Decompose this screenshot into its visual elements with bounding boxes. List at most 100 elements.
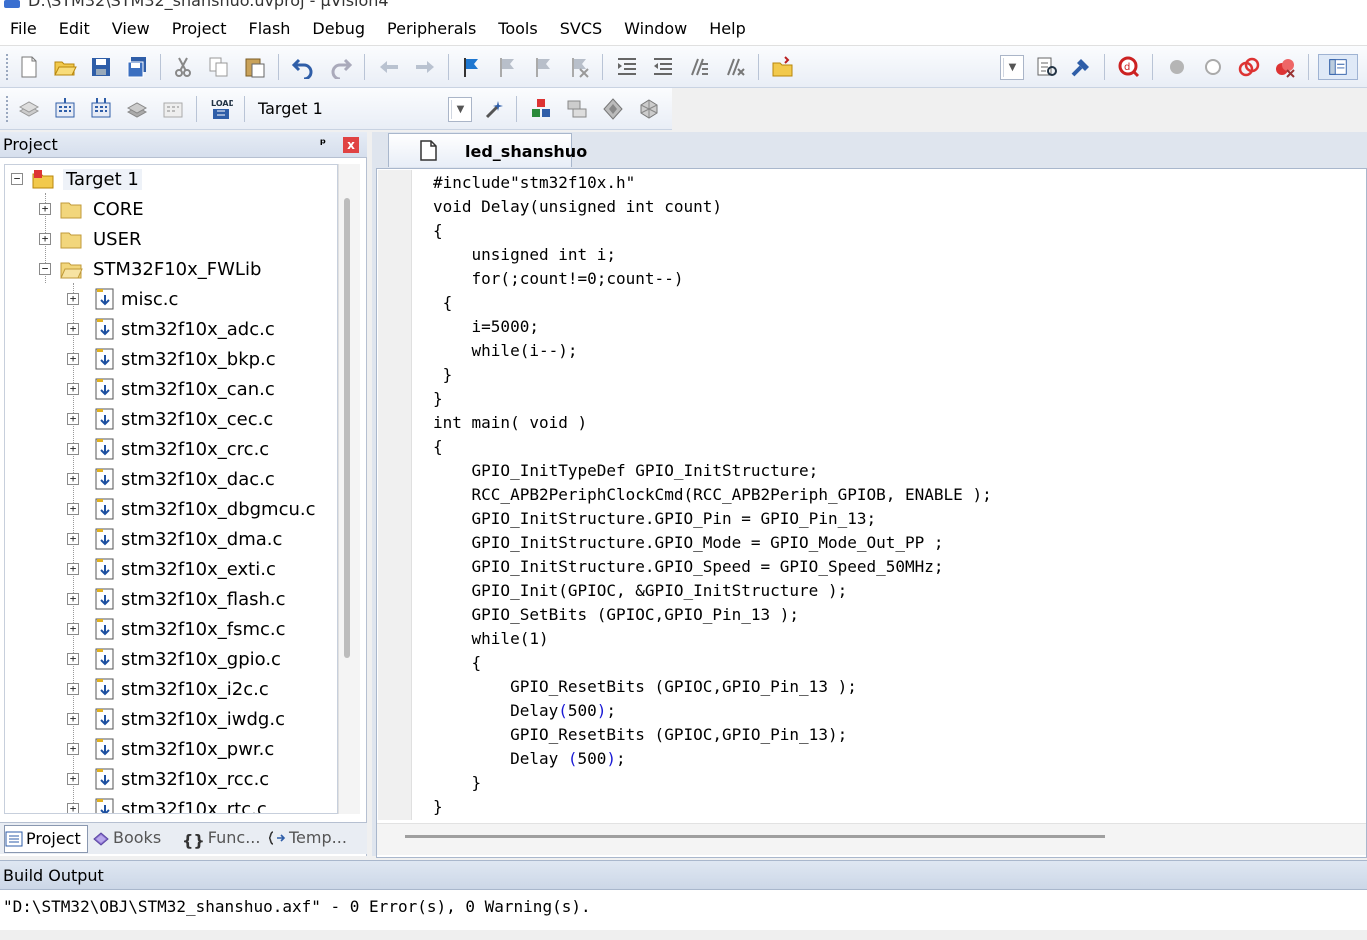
expand-icon[interactable]: +: [67, 353, 79, 365]
expand-icon[interactable]: +: [67, 623, 79, 635]
menu-edit[interactable]: Edit: [48, 12, 101, 46]
uncomment-icon[interactable]: [722, 54, 748, 80]
editor-horizontal-scrollbar[interactable]: [377, 823, 1366, 855]
disable-breakpoint-icon[interactable]: [1200, 54, 1226, 80]
undo-icon[interactable]: [290, 54, 316, 80]
select-packs-icon[interactable]: [564, 96, 590, 122]
code-line[interactable]: GPIO_ResetBits (GPIOC,GPIO_Pin_13);: [433, 723, 992, 747]
paste-icon[interactable]: [242, 54, 268, 80]
toolbar-grip[interactable]: [6, 96, 10, 122]
code-line[interactable]: while(i--);: [433, 339, 992, 363]
code-line[interactable]: GPIO_SetBits (GPIOC,GPIO_Pin_13 );: [433, 603, 992, 627]
cut-icon[interactable]: [170, 54, 196, 80]
expand-icon[interactable]: +: [67, 383, 79, 395]
rebuild-icon[interactable]: [88, 96, 114, 122]
menu-tools[interactable]: Tools: [487, 12, 548, 46]
expand-icon[interactable]: +: [67, 503, 79, 515]
tab-templates[interactable]: Temp...: [268, 825, 356, 853]
code-line[interactable]: GPIO_InitTypeDef GPIO_InitStructure;: [433, 459, 992, 483]
code-line[interactable]: }: [433, 363, 992, 387]
prev-bookmark-icon[interactable]: [494, 54, 520, 80]
download-flash-icon[interactable]: LOAD: [208, 96, 234, 122]
comment-icon[interactable]: [686, 54, 712, 80]
expand-icon[interactable]: +: [67, 413, 79, 425]
tree-scroll-thumb[interactable]: [344, 198, 350, 658]
expand-icon[interactable]: +: [67, 323, 79, 335]
find-in-files-icon[interactable]: [770, 54, 796, 80]
expand-icon[interactable]: +: [67, 533, 79, 545]
expand-icon[interactable]: +: [67, 743, 79, 755]
code-line[interactable]: Delay (500);: [433, 747, 992, 771]
code-line[interactable]: GPIO_InitStructure.GPIO_Pin = GPIO_Pin_1…: [433, 507, 992, 531]
collapse-icon[interactable]: −: [11, 173, 23, 185]
code-line[interactable]: unsigned int i;: [433, 243, 992, 267]
expand-icon[interactable]: +: [39, 203, 51, 215]
menu-debug[interactable]: Debug: [301, 12, 376, 46]
menu-project[interactable]: Project: [161, 12, 238, 46]
menu-svcs[interactable]: SVCS: [549, 12, 613, 46]
save-icon[interactable]: [88, 54, 114, 80]
next-bookmark-icon[interactable]: [530, 54, 556, 80]
code-line[interactable]: GPIO_ResetBits (GPIOC,GPIO_Pin_13 );: [433, 675, 992, 699]
code-line[interactable]: }: [433, 771, 992, 795]
translate-icon[interactable]: [16, 96, 42, 122]
code-line[interactable]: Delay(500);: [433, 699, 992, 723]
code-line[interactable]: for(;count!=0;count--): [433, 267, 992, 291]
target-select[interactable]: ▼: [448, 97, 472, 122]
code-line[interactable]: {: [433, 651, 992, 675]
tab-project[interactable]: Project: [4, 825, 88, 853]
menu-flash[interactable]: Flash: [237, 12, 301, 46]
expand-icon[interactable]: +: [67, 563, 79, 575]
menu-file[interactable]: File: [0, 12, 48, 46]
pack-installer-icon[interactable]: [600, 96, 626, 122]
target-options-icon[interactable]: [482, 96, 508, 122]
toolbar-grip[interactable]: [6, 54, 10, 80]
unindent-icon[interactable]: [650, 54, 676, 80]
kill-all-breakpoints-icon[interactable]: [1272, 54, 1298, 80]
expand-icon[interactable]: +: [67, 473, 79, 485]
code-line[interactable]: }: [433, 795, 992, 819]
collapse-icon[interactable]: −: [39, 263, 51, 275]
expand-icon[interactable]: +: [67, 803, 79, 813]
device-database-icon[interactable]: [636, 96, 662, 122]
incremental-find-icon[interactable]: [1034, 54, 1060, 80]
find-combo[interactable]: ▼: [1000, 55, 1024, 80]
code-line[interactable]: GPIO_Init(GPIOC, &GPIO_InitStructure );: [433, 579, 992, 603]
build-icon[interactable]: [52, 96, 78, 122]
code-line[interactable]: {: [433, 291, 992, 315]
expand-icon[interactable]: +: [67, 713, 79, 725]
code-line[interactable]: }: [433, 387, 992, 411]
manage-components-icon[interactable]: [528, 96, 554, 122]
navigate-forward-icon[interactable]: [412, 54, 438, 80]
code-line[interactable]: RCC_APB2PeriphClockCmd(RCC_APB2Periph_GP…: [433, 483, 992, 507]
redo-icon[interactable]: [328, 54, 354, 80]
expand-icon[interactable]: +: [67, 593, 79, 605]
breakpoint-icon[interactable]: [1164, 54, 1190, 80]
copy-icon[interactable]: [206, 54, 232, 80]
build-output-scrollbar[interactable]: [0, 930, 1367, 940]
menu-view[interactable]: View: [101, 12, 161, 46]
menu-help[interactable]: Help: [698, 12, 756, 46]
save-all-icon[interactable]: [124, 54, 150, 80]
disable-all-breakpoints-icon[interactable]: [1236, 54, 1262, 80]
code-line[interactable]: void Delay(unsigned int count): [433, 195, 992, 219]
window-layout-icon[interactable]: [1318, 54, 1358, 80]
bookmark-icon[interactable]: [458, 54, 484, 80]
expand-icon[interactable]: +: [67, 443, 79, 455]
expand-icon[interactable]: +: [39, 233, 51, 245]
code-editor[interactable]: #include"stm32f10x.h" void Delay(unsigned…: [376, 168, 1367, 858]
tree-scrollbar[interactable]: [338, 164, 360, 814]
editor-tab-led-shanshuo[interactable]: led_shanshuo: [388, 133, 587, 167]
code-line[interactable]: {: [433, 435, 992, 459]
navigate-back-icon[interactable]: [376, 54, 402, 80]
close-icon[interactable]: x: [343, 137, 359, 153]
tab-functions[interactable]: {} Func...: [182, 825, 264, 853]
code-line[interactable]: GPIO_InitStructure.GPIO_Mode = GPIO_Mode…: [433, 531, 992, 555]
clear-bookmarks-icon[interactable]: [566, 54, 592, 80]
code-line[interactable]: GPIO_InitStructure.GPIO_Speed = GPIO_Spe…: [433, 555, 992, 579]
menu-peripherals[interactable]: Peripherals: [376, 12, 487, 46]
build-output-text[interactable]: "D:\STM32\OBJ\STM32_shanshuo.axf" - 0 Er…: [3, 897, 591, 916]
code-line[interactable]: while(1): [433, 627, 992, 651]
code-line[interactable]: i=5000;: [433, 315, 992, 339]
tab-books[interactable]: Books: [92, 825, 174, 853]
